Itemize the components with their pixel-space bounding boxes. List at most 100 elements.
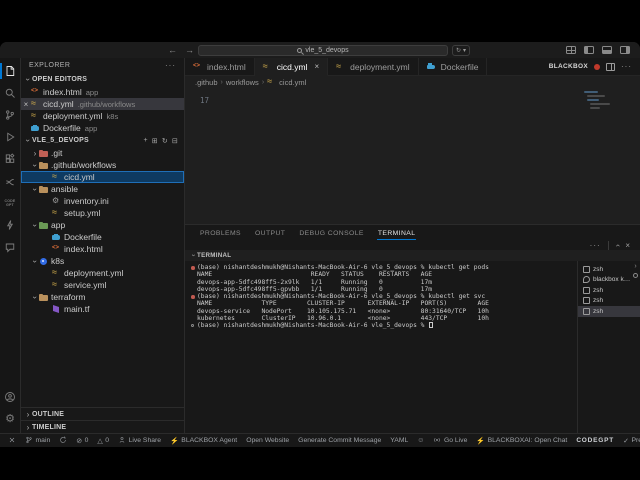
close-panel-icon[interactable]: × xyxy=(625,241,630,250)
tree-item-deployment-yml[interactable]: deployment.yml xyxy=(21,267,184,279)
toggle-sidebar-icon[interactable] xyxy=(584,46,594,54)
toggle-panel-icon[interactable] xyxy=(602,46,612,54)
blackbox-extension-icon[interactable] xyxy=(594,63,600,70)
status-prettier[interactable]: ✓Prettier xyxy=(623,437,640,445)
customize-layout-icon[interactable] xyxy=(566,46,576,54)
tab-dockerfile[interactable]: Dockerfile xyxy=(419,58,488,75)
sidebar-title: EXPLORER xyxy=(29,62,71,69)
toggle-secondary-sidebar-icon[interactable] xyxy=(620,46,630,54)
panel-more-actions-icon[interactable]: ··· xyxy=(590,241,601,250)
close-icon[interactable]: × xyxy=(314,62,319,71)
back-icon[interactable]: ← xyxy=(168,42,177,58)
timeline-section[interactable]: › TIMELINE xyxy=(21,420,184,433)
tab-deployment-yml[interactable]: deployment.yml xyxy=(328,58,419,75)
blackbox-lightning-icon[interactable] xyxy=(0,214,20,236)
command-center-search[interactable]: vle_5_devops xyxy=(198,44,448,56)
run-task-button[interactable]: ↻ ▾ xyxy=(452,44,471,56)
tab-cicd-yml[interactable]: cicd.yml × xyxy=(254,58,329,76)
forward-icon[interactable]: → xyxy=(185,42,194,58)
outline-section[interactable]: › OUTLINE xyxy=(21,407,184,420)
tree-item-dockerfile[interactable]: Dockerfile xyxy=(21,231,184,243)
account-icon[interactable] xyxy=(0,386,20,408)
tree-item-label: app xyxy=(51,220,66,230)
search-icon[interactable] xyxy=(0,82,20,104)
tree-item-index-html[interactable]: index.html xyxy=(21,243,184,255)
status-codegpt[interactable]: CODEGPT xyxy=(576,437,614,444)
explorer-icon[interactable] xyxy=(0,60,20,82)
open-editor-item[interactable]: Dockerfile app xyxy=(21,122,184,134)
tree-item-main-tf[interactable]: main.tf xyxy=(21,303,184,315)
html-icon xyxy=(52,245,60,253)
split-editor-icon[interactable] xyxy=(606,62,615,71)
tree-item-inventory-ini[interactable]: inventory.ini xyxy=(21,195,184,207)
status-yaml[interactable]: YAML xyxy=(390,437,408,444)
status-generate-commit-message[interactable]: Generate Commit Message xyxy=(298,437,381,444)
terminal-section-header[interactable]: › TERMINAL xyxy=(185,250,640,261)
open-editor-item[interactable]: × cicd.yml.github/workflows xyxy=(21,98,184,110)
breadcrumb-item[interactable]: .github xyxy=(195,78,218,87)
terminal-instance-zsh[interactable]: zsh xyxy=(578,296,640,307)
terminal-instance-zsh[interactable]: zsh xyxy=(578,285,640,296)
tree-item-terraform[interactable]: › terraform xyxy=(21,291,184,303)
codegpt-icon[interactable]: CODE GPT xyxy=(0,192,20,214)
status-sync-icon[interactable] xyxy=(59,436,67,446)
open-editor-item[interactable]: index.htmlapp xyxy=(21,86,184,98)
run-debug-icon[interactable] xyxy=(0,126,20,148)
terminal-line: (base) nishantdeshmukh@Nishants-MacBook-… xyxy=(190,264,575,271)
live-share-icon[interactable] xyxy=(0,170,20,192)
tree-item-label: k8s xyxy=(51,256,65,266)
tree-item-app[interactable]: › app xyxy=(21,219,184,231)
extensions-icon[interactable] xyxy=(0,148,20,170)
settings-gear-icon[interactable]: ⚙ xyxy=(0,408,20,430)
panel-tab-problems[interactable]: PROBLEMS xyxy=(193,225,248,241)
open-editors-header[interactable]: › OPEN EDITORS xyxy=(21,73,184,86)
status-main[interactable]: main xyxy=(25,436,50,446)
panel-tab-terminal[interactable]: TERMINAL xyxy=(371,225,423,241)
panel-record-icon[interactable] xyxy=(633,273,638,278)
status-0[interactable]: ⊘ 0 xyxy=(76,437,88,445)
terminal-output[interactable]: (base) nishantdeshmukh@Nishants-MacBook-… xyxy=(185,261,577,433)
new-file-icon[interactable]: + xyxy=(143,137,147,145)
status-0[interactable]: △ 0 xyxy=(97,437,109,445)
tree-item--github-workflows[interactable]: › .github/workflows xyxy=(21,159,184,171)
terminal-instance-blackbox-k-[interactable]: blackbox k… xyxy=(578,275,640,286)
breadcrumb-item[interactable]: cicd.yml xyxy=(279,78,306,87)
status-remote-icon[interactable] xyxy=(8,436,16,446)
maximize-panel-icon[interactable]: › xyxy=(612,244,621,247)
status-live-share[interactable]: Live Share xyxy=(118,436,161,446)
tree-item-setup-yml[interactable]: setup.yml xyxy=(21,207,184,219)
open-editor-item[interactable]: deployment.ymlk8s xyxy=(21,110,184,122)
tab-label: deployment.yml xyxy=(350,61,410,72)
panel-tab-output[interactable]: OUTPUT xyxy=(248,225,292,241)
terminal-instance-zsh[interactable]: zsh xyxy=(578,306,640,317)
status-feedback-smiley-icon[interactable]: ☺ xyxy=(417,437,424,444)
tree-item-label: deployment.yml xyxy=(64,268,124,278)
explorer-more-actions-icon[interactable]: ··· xyxy=(165,61,176,70)
tree-item-ansible[interactable]: › ansible xyxy=(21,183,184,195)
editor-pane[interactable]: 17 xyxy=(185,88,640,224)
project-root-header[interactable]: › VLE_5_DEVOPS + ⊞ ↻ ⊟ xyxy=(21,134,184,147)
close-icon[interactable]: × xyxy=(21,100,31,109)
chat-icon[interactable] xyxy=(0,236,20,258)
panel-chevron-icon[interactable]: › xyxy=(634,263,636,270)
terminal-instance-zsh[interactable]: zsh xyxy=(578,264,640,275)
source-control-icon[interactable] xyxy=(0,104,20,126)
tab-index-html[interactable]: index.html xyxy=(185,58,255,75)
breadcrumb-item[interactable]: workflows xyxy=(226,78,259,87)
tree-item-label: Dockerfile xyxy=(64,232,102,242)
breadcrumb[interactable]: .github›workflows›cicd.yml xyxy=(185,76,640,88)
status-open-website[interactable]: Open Website xyxy=(246,437,289,444)
status-blackboxai-open-chat[interactable]: ⚡ BLACKBOXAI: Open Chat xyxy=(476,437,567,445)
status-blackbox-agent[interactable]: ⚡ BLACKBOX Agent xyxy=(170,437,237,445)
tree-item--git[interactable]: › .git xyxy=(21,147,184,159)
collapse-folders-icon[interactable]: ⊟ xyxy=(172,137,178,145)
terminal-text: devops-app-5dfc498ff5-2x9lk 1/1 Running … xyxy=(197,278,433,286)
panel-tab-debug-console[interactable]: DEBUG CONSOLE xyxy=(292,225,371,241)
tree-item-service-yml[interactable]: service.yml xyxy=(21,279,184,291)
tree-item-k8s[interactable]: › k8s xyxy=(21,255,184,267)
refresh-explorer-icon[interactable]: ↻ xyxy=(162,137,168,145)
tree-item-cicd-yml[interactable]: cicd.yml xyxy=(21,171,184,183)
editor-more-actions-icon[interactable]: ··· xyxy=(621,62,632,71)
status-go-live[interactable]: Go Live xyxy=(433,436,467,446)
new-folder-icon[interactable]: ⊞ xyxy=(152,137,158,145)
